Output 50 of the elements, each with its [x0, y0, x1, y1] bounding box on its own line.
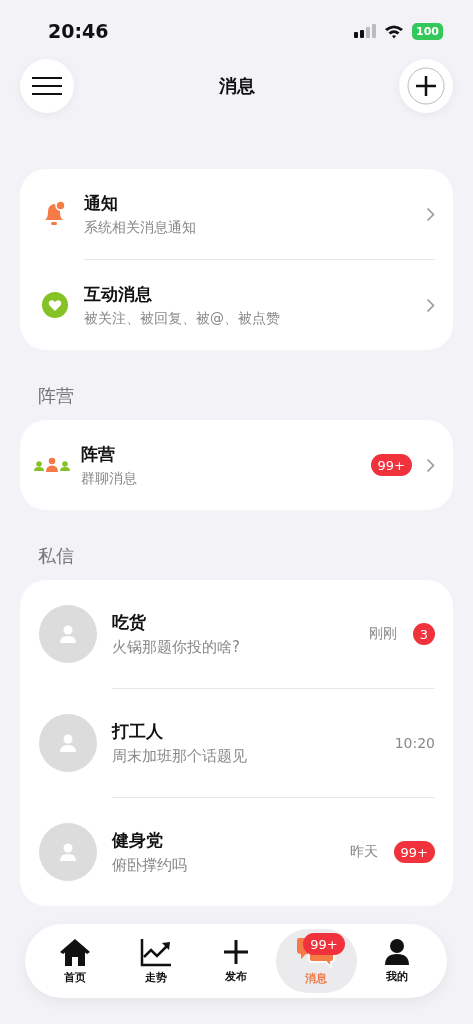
trend-chart-icon	[139, 937, 172, 967]
notice-title: 通知	[84, 191, 119, 215]
person-icon	[58, 842, 78, 862]
plus-circle-icon	[407, 67, 445, 105]
camp-card[interactable]: 阵营 群聊消息 99+	[20, 420, 453, 510]
chevron-right-icon	[426, 457, 435, 473]
chevron-right-icon	[426, 206, 435, 222]
unread-badge: 99+	[303, 933, 345, 955]
unread-badge: 99+	[370, 454, 412, 476]
tab[interactable]: 首页	[35, 929, 116, 993]
chat-preview: 周末加班那个话题见	[112, 747, 248, 766]
chat-name: 打工人	[112, 720, 164, 743]
notice-row[interactable]: 通知 系统相关消息通知	[20, 169, 453, 259]
chat-time: 刚刚	[368, 625, 397, 643]
tab[interactable]: 消息 99+	[276, 929, 357, 993]
chat-time: 10:20	[394, 735, 435, 751]
tab[interactable]: 我的	[356, 929, 438, 993]
user-icon	[383, 938, 410, 966]
notice-title: 互动消息	[84, 282, 153, 306]
tab[interactable]: 发布	[195, 929, 277, 993]
battery-level: 100	[412, 22, 443, 40]
chevron-right-icon	[426, 297, 435, 313]
chat-row[interactable]: 打工人 周末加班那个话题见 10:20	[20, 689, 453, 797]
chat-preview: 火锅那题你投的啥?	[112, 638, 241, 657]
signal-icon	[354, 24, 377, 38]
chat-name: 健身党	[112, 829, 164, 852]
wifi-icon	[384, 23, 405, 39]
unread-badge: 3	[412, 623, 435, 645]
chat-name: 吃货	[112, 611, 147, 634]
camp-title: 阵营	[81, 442, 116, 466]
unread-badge: 99+	[393, 841, 435, 863]
menu-icon	[32, 76, 62, 96]
person-icon	[58, 733, 78, 753]
status-time: 20:46	[48, 20, 109, 42]
person-icon	[58, 624, 78, 644]
notice-row[interactable]: 互动消息 被关注、被回复、被@、被点赞	[20, 260, 453, 350]
notice-subtitle: 被关注、被回复、被@、被点赞	[84, 309, 281, 328]
notice-subtitle: 系统相关消息通知	[84, 218, 197, 237]
home-icon	[59, 937, 92, 967]
plus-icon	[222, 938, 250, 966]
section-label: 私信	[38, 544, 75, 568]
chat-row[interactable]: 健身党 俯卧撑约吗 昨天 99+	[20, 798, 453, 906]
tab[interactable]: 走势	[115, 929, 196, 993]
section-label: 阵营	[38, 384, 75, 408]
page-title: 消息	[218, 74, 255, 98]
camp-subtitle: 群聊消息	[81, 469, 138, 488]
chat-preview: 俯卧撑约吗	[112, 856, 188, 875]
chat-row[interactable]: 吃货 火锅那题你投的啥? 刚刚 3	[20, 580, 453, 688]
group-icon	[34, 457, 70, 473]
chat-time: 昨天	[349, 843, 378, 861]
